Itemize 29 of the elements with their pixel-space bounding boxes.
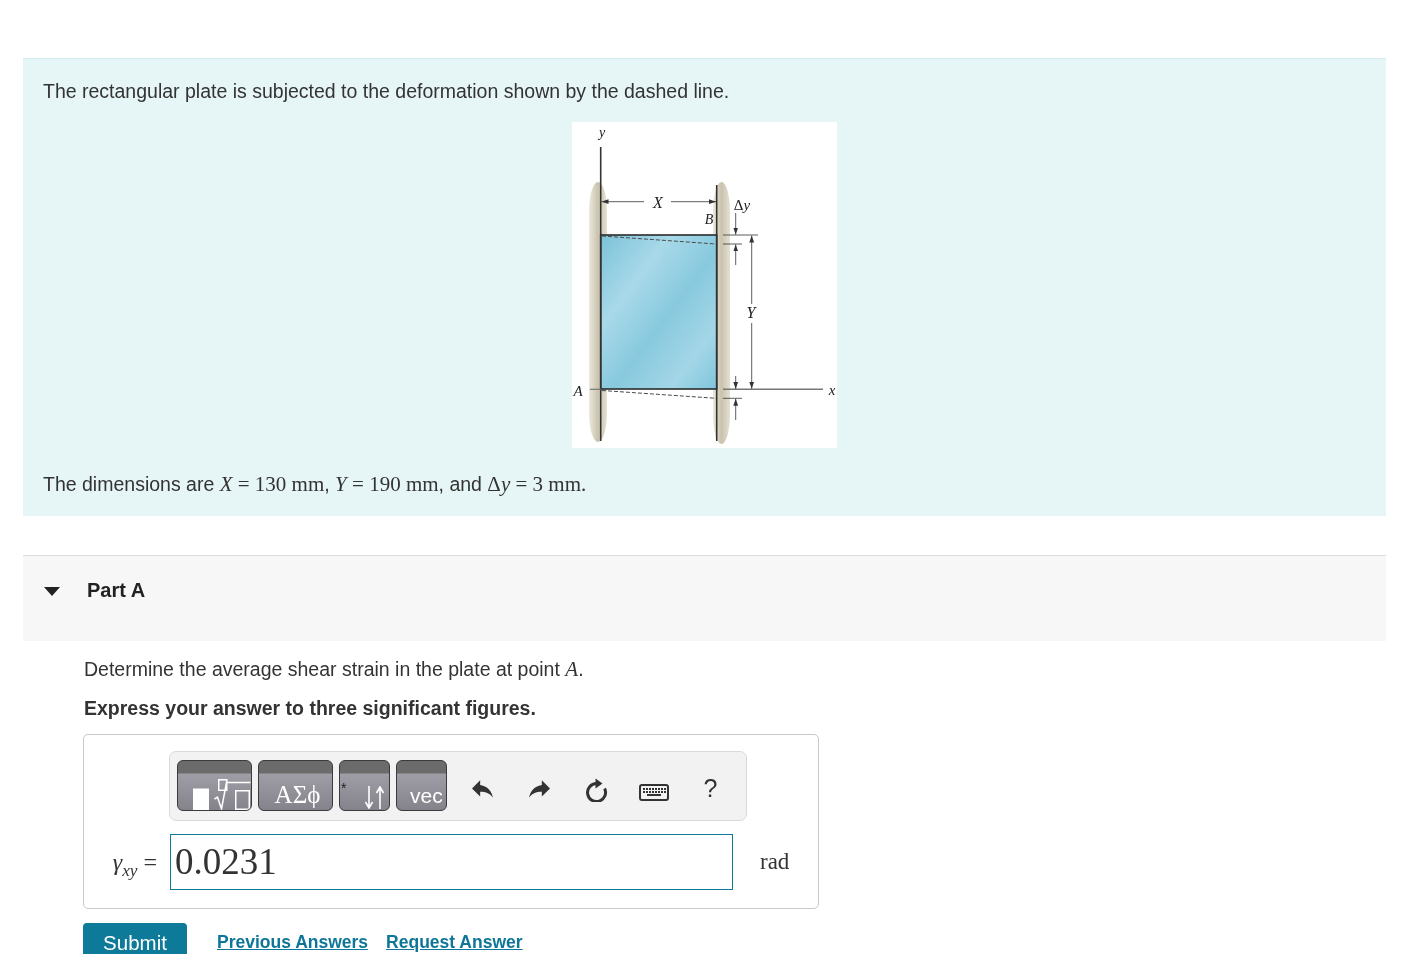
caret-down-icon[interactable] <box>44 587 60 596</box>
diagram-label: B <box>704 213 714 227</box>
previous-answers-link[interactable]: Previous Answers <box>217 931 369 953</box>
help-button[interactable]: ? <box>703 775 718 802</box>
problem-statement: The rectangular plate is subjected to the deformation shown by the dashed line. <box>43 80 731 102</box>
part-title: Part A <box>87 579 146 601</box>
unit-label: rad <box>760 849 790 875</box>
instruction-text: Express your answer to three significant figures. <box>84 697 537 719</box>
diagram-label: A <box>573 383 583 399</box>
diagram-label: X <box>653 195 663 211</box>
request-answer-link[interactable]: Request Answer <box>386 931 523 953</box>
arrows-button[interactable]: * <box>339 760 390 811</box>
up-down-arrows-icon <box>364 786 386 809</box>
templates-button[interactable] <box>177 760 252 811</box>
submit-button[interactable]: Submit <box>83 923 187 954</box>
answer-field[interactable]: 0.0231 <box>170 834 733 890</box>
diagram-label: x <box>828 382 836 398</box>
template-icon <box>193 779 251 810</box>
diagram-label: y <box>598 126 606 140</box>
diagram-label: Y <box>746 305 756 321</box>
part-header[interactable]: Part A <box>23 555 1386 641</box>
dimensions-text: The dimensions are X = 130 mm, Y = 190 mm, and Δy = 3 mm. <box>43 472 588 496</box>
redo-icon[interactable] <box>529 779 550 798</box>
keyboard-icon[interactable] <box>638 784 669 801</box>
diagram-label: Δy <box>733 197 751 213</box>
vector-button[interactable]: vec <box>396 760 447 811</box>
greek-letters-button[interactable]: ΑΣϕ <box>258 760 333 811</box>
undo-icon[interactable] <box>472 779 493 798</box>
question-text: Determine the average shear strain in the plate at point A. <box>84 658 585 680</box>
